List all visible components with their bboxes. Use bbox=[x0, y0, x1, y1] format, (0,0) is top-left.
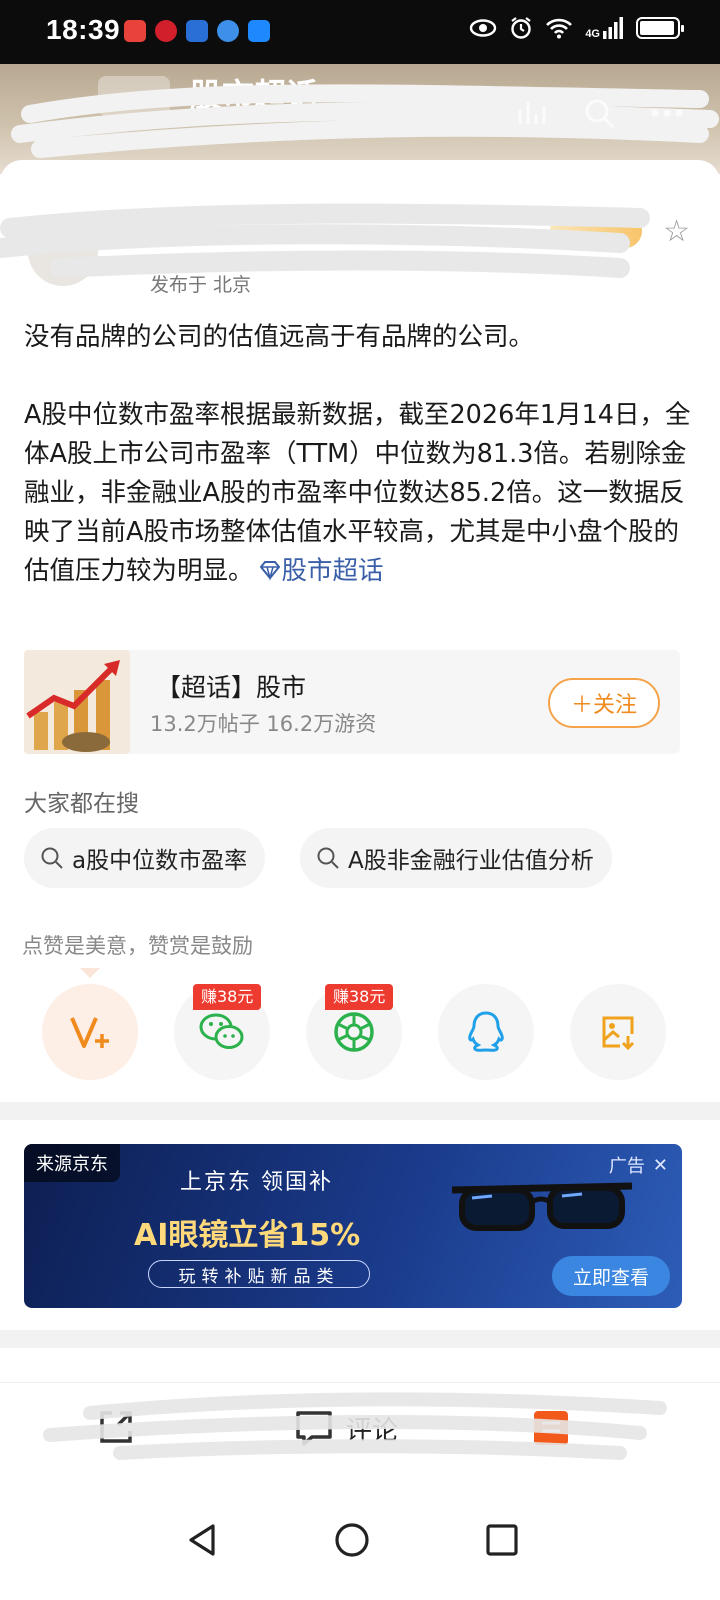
glasses-image bbox=[451, 1182, 633, 1231]
alarm-icon bbox=[511, 17, 532, 39]
save-image-button[interactable] bbox=[570, 984, 666, 1080]
topic-logo bbox=[98, 76, 170, 116]
repost-icon bbox=[100, 1411, 132, 1443]
back-triangle-icon bbox=[189, 1524, 215, 1556]
search-icon[interactable] bbox=[582, 96, 616, 130]
recents-button[interactable] bbox=[472, 1510, 532, 1570]
app-notification-icon bbox=[124, 20, 146, 42]
repost-button[interactable] bbox=[96, 1407, 136, 1447]
ad-headline: 上京东 领国补 bbox=[180, 1170, 333, 1195]
recents-square-icon bbox=[486, 1524, 518, 1556]
post-paragraph: 没有品牌的公司的估值远高于有品牌的公司。 bbox=[24, 322, 535, 352]
notification-icons bbox=[124, 20, 270, 42]
app-notification-icon bbox=[155, 20, 177, 42]
chaohua-stats: 13.2万帖子 16.2万游资 bbox=[150, 712, 377, 736]
chaohua-name: 【超话】股市 bbox=[156, 673, 307, 702]
more-icon[interactable] bbox=[650, 108, 684, 118]
ad-banner[interactable]: 来源京东 广告 ✕ 上京东 领国补 AI眼镜立省15% 玩转补贴新品类 立即查看 bbox=[24, 1144, 682, 1308]
header-title: 股市超话 bbox=[190, 76, 319, 114]
search-icon bbox=[41, 847, 63, 869]
wechat-icon bbox=[199, 1013, 244, 1049]
post-location: 发布于 北京 bbox=[150, 274, 252, 296]
qq-icon bbox=[468, 1011, 504, 1052]
hint-pointer bbox=[80, 968, 100, 978]
reward-button[interactable] bbox=[42, 984, 138, 1080]
system-navigation-bar bbox=[0, 1482, 720, 1600]
ad-offer: AI眼镜立省15% bbox=[134, 1218, 361, 1253]
top-header: 股市超话 bbox=[0, 64, 720, 174]
back-button[interactable] bbox=[172, 1510, 232, 1570]
close-icon[interactable]: ✕ bbox=[653, 1155, 668, 1176]
post-paragraph: A股中位数市盈率根据最新数据，截至2026年1月14日，全体A股上市公司市盈率（… bbox=[24, 400, 691, 586]
app-notification-icon bbox=[186, 20, 208, 42]
chaohua-thumbnail bbox=[24, 650, 130, 754]
search-icon bbox=[317, 847, 339, 869]
author-row: ☆ 发布于 北京 bbox=[0, 188, 700, 298]
comment-label: 评论 bbox=[346, 1415, 399, 1446]
eye-icon bbox=[470, 19, 497, 37]
status-bar: 18:39 4G bbox=[0, 0, 720, 64]
chaohua-badge bbox=[550, 214, 642, 248]
share-qq-button[interactable] bbox=[438, 984, 534, 1080]
wifi-icon bbox=[546, 18, 573, 39]
search-section-label: 大家都在搜 bbox=[24, 791, 139, 817]
like-button[interactable] bbox=[530, 1407, 572, 1449]
comment-icon bbox=[296, 1411, 332, 1446]
home-circle-icon bbox=[335, 1523, 369, 1557]
bottom-action-bar: 评论 bbox=[0, 1382, 720, 1482]
section-divider bbox=[0, 1102, 720, 1120]
chaohua-card[interactable]: 【超话】股市 13.2万帖子 16.2万游资 ＋关注 bbox=[24, 650, 680, 754]
earn-badge: 赚38元 bbox=[325, 984, 394, 1010]
avatar[interactable] bbox=[28, 216, 98, 286]
signal-icon bbox=[603, 17, 623, 39]
chart-icon[interactable] bbox=[514, 96, 548, 130]
post-body: 没有品牌的公司的估值远高于有品牌的公司。 A股中位数市盈率根据最新数据，截至20… bbox=[24, 318, 694, 591]
diamond-icon bbox=[259, 561, 280, 581]
moments-icon bbox=[334, 1012, 374, 1052]
star-icon[interactable]: ☆ bbox=[663, 214, 690, 249]
v-plus-icon bbox=[70, 1017, 109, 1048]
earn-badge: 赚38元 bbox=[193, 984, 262, 1010]
search-chip[interactable]: a股中位数市盈率 bbox=[24, 828, 266, 888]
like-icon bbox=[534, 1411, 568, 1445]
ad-source: 来源京东 bbox=[24, 1144, 120, 1182]
home-button[interactable] bbox=[322, 1510, 382, 1570]
search-chip[interactable]: A股非金融行业估值分析 bbox=[300, 828, 612, 888]
ad-subline: 玩转补贴新品类 bbox=[148, 1260, 370, 1288]
reward-hint: 点赞是美意，赞赏是鼓励 bbox=[22, 934, 253, 958]
topic-link[interactable]: 股市超话 bbox=[254, 556, 384, 586]
app-notification-icon bbox=[217, 20, 239, 42]
section-divider bbox=[0, 1330, 720, 1348]
battery-icon bbox=[636, 17, 684, 39]
app-notification-icon bbox=[248, 20, 270, 42]
follow-button[interactable]: ＋关注 bbox=[548, 678, 660, 728]
comment-button[interactable]: 评论 bbox=[292, 1407, 398, 1449]
status-time: 18:39 bbox=[46, 14, 121, 45]
image-download-icon bbox=[602, 1016, 635, 1051]
ad-cta-button[interactable]: 立即查看 bbox=[552, 1256, 670, 1296]
network-type: 4G bbox=[585, 28, 600, 40]
